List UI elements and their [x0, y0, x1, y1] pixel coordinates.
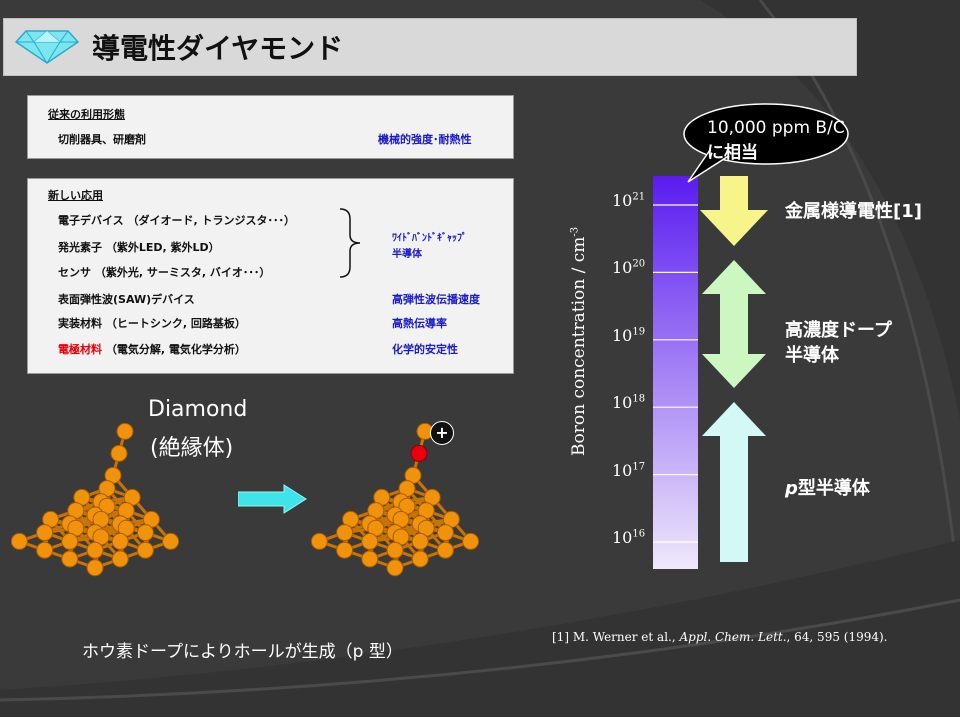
- conventional-use-box: 従来の利用形態 切削器具、研磨剤 機械的強度･耐熱性: [27, 95, 514, 159]
- callout-text-line1: 10,000 ppm B/C: [707, 118, 845, 138]
- heavy-doping-semiconductor-label: 半導体: [785, 345, 839, 366]
- p-type-semiconductor-label: p型半導体: [785, 474, 870, 500]
- carbon-atom: [310, 532, 328, 550]
- curly-brace-icon: [339, 208, 361, 278]
- wide-bandgap-label: ﾜｲﾄﾞﾊﾞﾝﾄﾞｷﾞｬｯﾌﾟ: [392, 233, 467, 244]
- diamond-label: Diamond: [148, 397, 248, 422]
- y-axis-label-text: Boron concentration / cm: [569, 236, 589, 456]
- callout-text-line2: に相当: [707, 143, 758, 163]
- conventional-use-heading: 従来の利用形態: [48, 108, 125, 121]
- application-property: 化学的安定性: [392, 343, 458, 356]
- insulator-label: (絶縁体): [150, 436, 234, 461]
- electrode-material-label: 電極材料: [58, 343, 102, 356]
- new-applications-heading: 新しい応用: [48, 189, 103, 202]
- tick-exponent: 17: [632, 461, 646, 473]
- carbon-atom: [86, 541, 104, 559]
- carbon-atom: [110, 444, 128, 462]
- carbon-atom: [386, 541, 404, 559]
- new-applications-box: 新しい応用 電子デバイス （ダイオード, トランジスタ･･･） 発光素子 （紫外…: [27, 178, 514, 374]
- page-title: 導電性ダイヤモンド: [92, 32, 344, 65]
- carbon-atom: [111, 532, 129, 550]
- carbon-atom: [61, 532, 79, 550]
- reference-citation: [1] M. Werner et al., Appl. Chem. Lett.,…: [552, 630, 888, 644]
- heavy-doping-region-arrow: [702, 260, 766, 388]
- carbon-atom: [61, 550, 79, 568]
- carbon-atom: [36, 524, 54, 542]
- carbon-atom: [361, 532, 379, 550]
- tick-base: 10: [612, 258, 633, 278]
- carbon-atom: [86, 559, 104, 577]
- tick-base: 10: [612, 460, 633, 480]
- boron-dopant-atom: [410, 444, 428, 462]
- tick-exponent: 19: [632, 326, 646, 338]
- carbon-atom: [162, 532, 180, 550]
- tick-exponent: 16: [632, 528, 646, 540]
- p-type-italic: p: [785, 478, 798, 499]
- metallic-region-arrow: [700, 176, 768, 246]
- carbon-atom: [386, 559, 404, 577]
- tick-label: 1018: [612, 393, 645, 412]
- reference-suffix: , 64, 595 (1994).: [786, 630, 888, 644]
- carbon-atom: [361, 550, 379, 568]
- application-item: 実装材料 （ヒートシンク, 回路基板）: [58, 317, 246, 330]
- tick-base: 10: [612, 528, 633, 547]
- electrode-material-detail: （電気分解, 電気化学分析）: [102, 343, 246, 356]
- tick-base: 10: [612, 393, 633, 413]
- carbon-atom: [36, 541, 54, 559]
- doping-caption: ホウ素ドープによりホールが生成（p 型）: [82, 642, 403, 662]
- p-type-text: 型半導体: [797, 478, 870, 499]
- concentration-bar: [653, 176, 698, 569]
- hole-icon: +: [430, 421, 454, 445]
- conventional-use-property: 機械的強度･耐熱性: [378, 133, 472, 146]
- tick-exponent: 18: [632, 393, 646, 405]
- tick-base: 10: [612, 325, 633, 345]
- title-bar: 導電性ダイヤモンド: [3, 18, 857, 76]
- semiconductor-label: 半導体: [392, 249, 422, 260]
- application-item: 表面弾性波(SAW)デバイス: [58, 293, 195, 306]
- carbon-atom: [462, 532, 480, 550]
- metallic-conductivity-label: 金属様導電性[1]: [785, 201, 922, 222]
- application-property: 高弾性波伝播速度: [392, 293, 480, 306]
- tick-label: 1016: [612, 528, 645, 547]
- carbon-atom: [136, 541, 154, 559]
- carbon-atom: [336, 541, 354, 559]
- tick-base: 10: [612, 191, 633, 210]
- carbon-atom: [411, 550, 429, 568]
- doping-arrow-icon: [238, 484, 307, 514]
- carbon-atom: [136, 524, 154, 542]
- carbon-atom: [436, 524, 454, 542]
- tick-label: 1021: [612, 191, 645, 210]
- carbon-atom: [436, 541, 454, 559]
- diamond-gem-icon: [14, 30, 80, 64]
- y-axis-label-exponent: -3: [569, 226, 581, 237]
- tick-label: 1020: [612, 258, 645, 277]
- application-item: センサ （紫外光, サーミスタ, バイオ･･･）: [58, 266, 271, 279]
- application-property: 高熱伝導率: [392, 317, 447, 330]
- carbon-atom: [411, 532, 429, 550]
- hole-plus-sign: +: [435, 423, 449, 442]
- p-type-region-arrow: [702, 402, 766, 562]
- tick-label: 1019: [612, 326, 645, 345]
- carbon-atom: [116, 422, 134, 440]
- application-item: 電極材料 （電気分解, 電気化学分析）: [58, 341, 246, 357]
- tick-label: 1017: [612, 461, 645, 480]
- carbon-atom: [336, 524, 354, 542]
- tick-exponent: 20: [632, 259, 646, 271]
- application-item: 発光素子 （紫外LED, 紫外LD）: [58, 241, 220, 254]
- reference-journal: Appl. Chem. Lett.: [679, 630, 787, 644]
- carbon-atom: [111, 550, 129, 568]
- heavy-doping-label: 高濃度ドープ: [785, 320, 892, 341]
- reference-prefix: [1] M. Werner et al.,: [552, 630, 680, 644]
- conventional-use-item: 切削器具、研磨剤: [58, 133, 146, 146]
- carbon-atom: [10, 532, 28, 550]
- application-item: 電子デバイス （ダイオード, トランジスタ･･･）: [58, 214, 296, 227]
- y-axis-label: Boron concentration / cm-3: [569, 227, 589, 456]
- tick-exponent: 21: [632, 191, 646, 203]
